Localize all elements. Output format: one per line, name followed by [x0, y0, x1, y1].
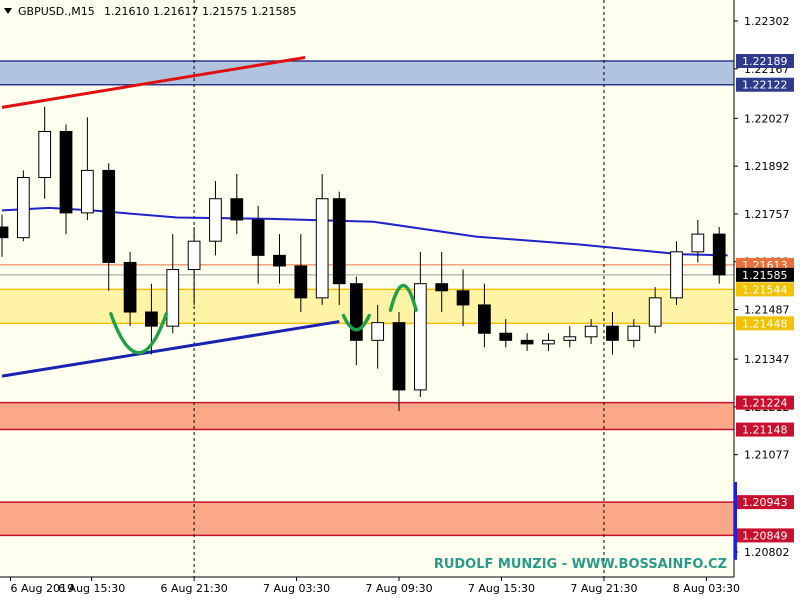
candle-body-bull	[670, 251, 683, 299]
candle-body-bear	[435, 283, 449, 292]
candle-body-bull	[81, 169, 94, 214]
price-label-4: 1.21544	[742, 283, 788, 296]
candle-body-bear	[606, 325, 619, 341]
candle-body-bear	[499, 332, 513, 341]
candle-body-bull	[16, 176, 30, 239]
symbol-label: GBPUSD.,M15	[18, 5, 95, 18]
candle-body-bear	[230, 198, 244, 221]
price-label-1: 1.22122	[742, 79, 788, 92]
candle-body-bull	[584, 325, 598, 338]
ohlc-readout: 1.21610 1.21617 1.21575 1.21585	[104, 5, 296, 18]
zone-demand-lower	[0, 502, 734, 536]
candle-body-bull	[627, 325, 641, 341]
y-tick-label-2: 1.22027	[744, 112, 790, 125]
candle-body-bear	[712, 233, 726, 276]
candle-body-bull	[691, 233, 705, 253]
zone-demand-upper	[0, 402, 734, 430]
candle-body-bear	[332, 198, 346, 285]
candle-body-bear	[520, 339, 534, 345]
x-tick-label-6: 7 Aug 21:30	[570, 582, 637, 595]
price-label-8: 1.20943	[742, 496, 788, 509]
price-label-7: 1.21148	[742, 424, 788, 437]
y-tick-label-9: 1.21077	[744, 449, 790, 462]
price-chart[interactable]: 1.223021.221671.220271.218921.217571.216…	[0, 0, 800, 600]
price-label-5: 1.21448	[742, 317, 788, 330]
price-label-0: 1.22189	[742, 55, 788, 68]
candle-body-bear	[294, 265, 308, 299]
candle-body-bear	[456, 290, 470, 306]
zone-resistance	[0, 61, 734, 85]
candle-body-bull	[413, 283, 427, 391]
candle-body-bear	[349, 283, 363, 341]
candle-body-bear	[59, 130, 73, 214]
y-tick-label-11: 1.20802	[744, 546, 790, 559]
x-tick-label-4: 7 Aug 09:30	[365, 582, 432, 595]
y-tick-label-3: 1.21892	[744, 160, 790, 173]
y-tick-label-4: 1.21757	[744, 208, 790, 221]
candle-body-bear	[102, 169, 116, 263]
candle-body-bull	[648, 297, 662, 327]
x-tick-label-1: 6 Aug 15:30	[58, 582, 125, 595]
candle-body-bull	[166, 269, 180, 327]
candle-body-bull	[563, 336, 577, 341]
candle-body-bear	[273, 254, 286, 267]
candle-body-bear	[478, 304, 491, 334]
chart-header: GBPUSD.,M15 1.21610 1.21617 1.21575 1.21…	[4, 5, 296, 18]
candle-body-bear	[251, 219, 265, 256]
x-tick-label-3: 7 Aug 03:30	[263, 582, 330, 595]
candle-body-bull	[38, 130, 52, 178]
candle-body-bull	[315, 198, 329, 299]
candle-1	[16, 170, 30, 242]
candle-body-bear	[392, 322, 406, 391]
y-tick-label-7: 1.21347	[744, 353, 790, 366]
candle-34	[712, 227, 726, 284]
candle-body-bull	[187, 240, 201, 271]
price-label-3: 1.21585	[742, 269, 788, 282]
price-label-6: 1.21224	[742, 397, 788, 410]
y-tick-label-0: 1.22302	[744, 15, 790, 28]
x-tick-label-7: 8 Aug 03:30	[673, 582, 740, 595]
price-label-9: 1.20849	[742, 529, 788, 542]
axis-marker-bar	[734, 481, 737, 560]
candle-body-bull	[542, 339, 555, 345]
candle-body-bull	[371, 322, 385, 341]
candle-body-bear	[0, 226, 9, 239]
plot-background	[0, 0, 734, 577]
x-tick-label-2: 6 Aug 21:30	[161, 582, 228, 595]
candle-body-bear	[145, 311, 158, 327]
candle-body-bull	[209, 198, 222, 242]
y-tick-label-6: 1.21487	[744, 304, 790, 317]
watermark-text: RUDOLF MUNZIG - WWW.BOSSAINFO.CZ	[434, 557, 727, 572]
candle-body-bear	[123, 261, 137, 313]
x-tick-label-5: 7 Aug 15:30	[468, 582, 535, 595]
chart-window: 1.223021.221671.220271.218921.217571.216…	[0, 0, 800, 600]
